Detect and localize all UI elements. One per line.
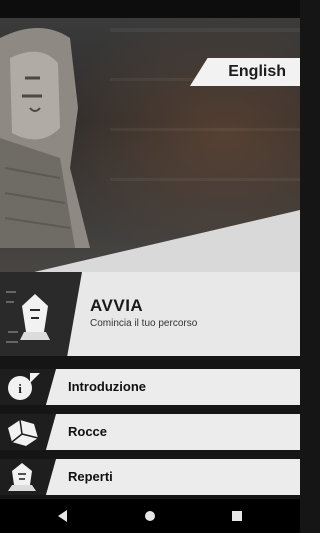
- icon-box: [0, 459, 56, 495]
- info-icon: i: [8, 373, 40, 400]
- start-panel[interactable]: [0, 272, 300, 356]
- svg-text:i: i: [18, 381, 22, 396]
- language-button[interactable]: English: [190, 58, 300, 86]
- rock-icon: [8, 419, 39, 446]
- divider: [0, 405, 300, 414]
- icon-box: [0, 414, 56, 450]
- start-title[interactable]: AVVIA: [90, 296, 143, 316]
- menu-item-label: Rocce: [68, 424, 108, 439]
- divider: [0, 450, 300, 459]
- status-bar: [0, 0, 300, 18]
- sphinx-icon: [8, 463, 36, 491]
- menu-item-introduzione[interactable]: i Introduzione: [0, 369, 300, 405]
- navigation-bar: [0, 499, 300, 533]
- start-subtitle: Comincia il tuo percorso: [90, 318, 198, 329]
- recents-square-icon[interactable]: [228, 507, 246, 525]
- divider: [0, 356, 300, 368]
- menu-item-label: Introduzione: [68, 379, 146, 394]
- home-circle-icon[interactable]: [141, 507, 159, 525]
- pharaoh-statue-image: [0, 28, 90, 248]
- menu-item-label: Reperti: [68, 469, 113, 484]
- menu-item-rocce[interactable]: Rocce: [0, 414, 300, 450]
- back-triangle-icon[interactable]: [54, 507, 72, 525]
- menu-item-reperti[interactable]: Reperti: [0, 459, 300, 495]
- sphinx-icon: [6, 291, 50, 343]
- start-badge: [0, 272, 82, 356]
- icon-box: i: [0, 369, 56, 405]
